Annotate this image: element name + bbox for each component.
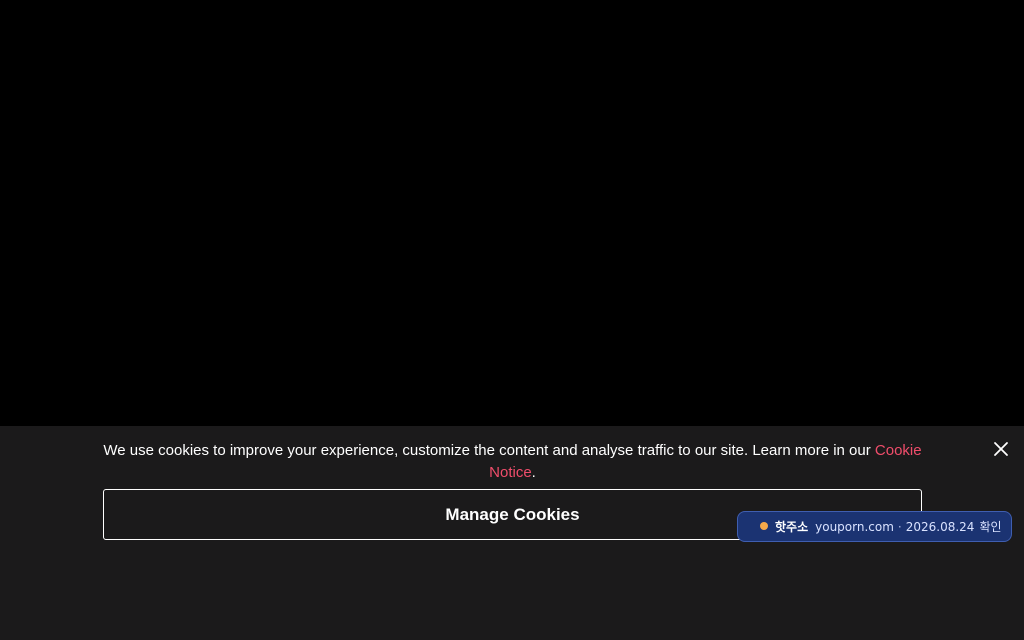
hot-badge-title: 핫주소 bbox=[775, 520, 809, 534]
hot-badge-domain: youporn.com bbox=[815, 519, 894, 534]
close-icon[interactable] bbox=[990, 438, 1012, 460]
hot-badge-confirm[interactable]: 확인 bbox=[979, 518, 1001, 535]
hot-address-badge[interactable]: 핫주소 youporn.com · 2026.08.24 확인 bbox=[737, 511, 1012, 542]
cookie-message-end: . bbox=[531, 464, 536, 481]
hot-badge-separator: · bbox=[897, 519, 902, 534]
status-dot-icon bbox=[760, 522, 768, 530]
hot-badge-date: 2026.08.24 bbox=[905, 519, 975, 534]
cookie-message: We use cookies to improve your experienc… bbox=[103, 440, 922, 484]
cookie-message-text: We use cookies to improve your experienc… bbox=[103, 442, 875, 459]
page: We use cookies to improve your experienc… bbox=[0, 0, 1024, 640]
